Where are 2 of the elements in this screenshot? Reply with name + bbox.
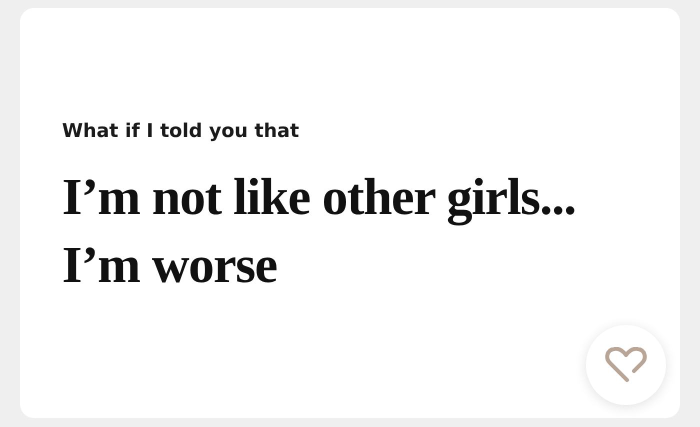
prompt-answer: I’m not like other girls... I’m worse — [62, 168, 577, 296]
prompt-question: What if I told you that — [62, 120, 300, 142]
